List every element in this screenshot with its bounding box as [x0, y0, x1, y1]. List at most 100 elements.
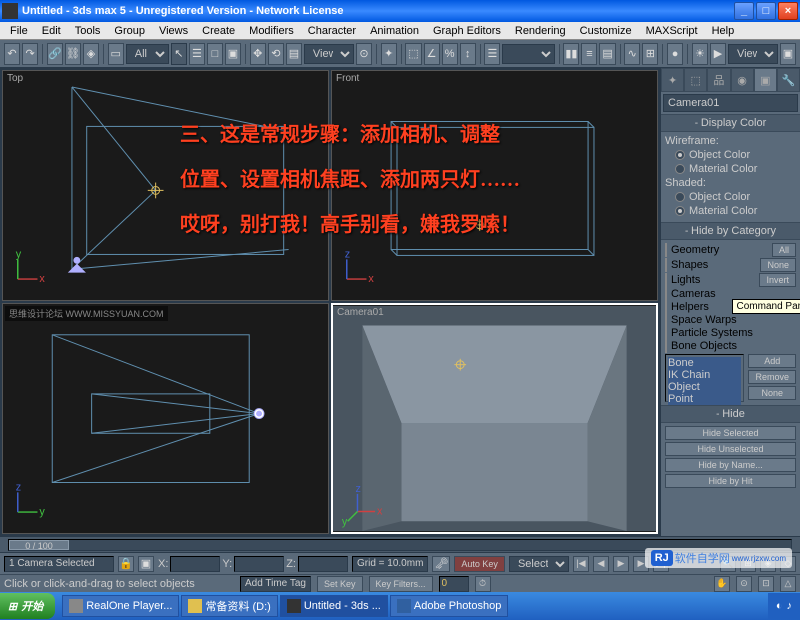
render-type[interactable]: View: [728, 44, 778, 64]
radio-wire-object-color[interactable]: [675, 150, 685, 160]
unlink-button[interactable]: ⛓: [65, 43, 81, 65]
time-config-button[interactable]: ⏱: [475, 576, 491, 592]
layer-button[interactable]: ▤: [599, 43, 615, 65]
hide-list[interactable]: Bone IK Chain Object Point: [665, 354, 744, 402]
tab-utilities[interactable]: 🔧: [777, 68, 800, 92]
chk-cameras[interactable]: [665, 287, 667, 301]
btn-hide-by-hit[interactable]: Hide by Hit: [665, 474, 796, 488]
field-of-view-button[interactable]: △: [780, 576, 796, 592]
menu-views[interactable]: Views: [153, 24, 194, 38]
named-selection-set[interactable]: [502, 44, 554, 64]
mirror-button[interactable]: ▮▮: [563, 43, 579, 65]
btn-hide-unselected[interactable]: Hide Unselected: [665, 442, 796, 456]
viewport-camera[interactable]: Camera01 x z y: [331, 303, 658, 534]
menu-animation[interactable]: Animation: [364, 24, 425, 38]
tab-create[interactable]: ✦: [661, 68, 684, 92]
add-time-tag[interactable]: Add Time Tag: [240, 576, 311, 592]
system-tray[interactable]: ◐ ♪: [768, 593, 800, 619]
radio-shaded-material-color[interactable]: [675, 206, 685, 216]
object-name-field[interactable]: [663, 94, 798, 112]
undo-button[interactable]: ↶: [4, 43, 20, 65]
absolute-mode-button[interactable]: ▣: [138, 556, 154, 572]
quick-render-button[interactable]: ▶: [710, 43, 726, 65]
close-button[interactable]: ×: [778, 2, 798, 20]
viewport-top[interactable]: Top x y: [2, 70, 329, 301]
move-button[interactable]: ✥: [250, 43, 266, 65]
radio-shaded-object-color[interactable]: [675, 192, 685, 202]
chk-bone-objects[interactable]: [665, 339, 667, 353]
chk-particle-systems[interactable]: [665, 326, 667, 340]
chk-space-warps[interactable]: [665, 313, 667, 327]
tab-hierarchy[interactable]: 品: [707, 68, 730, 92]
coord-z-input[interactable]: [298, 556, 348, 572]
tab-modify[interactable]: ⬚: [684, 68, 707, 92]
render-scene-button[interactable]: ☀: [692, 43, 708, 65]
menu-graph-editors[interactable]: Graph Editors: [427, 24, 507, 38]
taskbar-item-photoshop[interactable]: Adobe Photoshop: [390, 595, 508, 617]
menu-help[interactable]: Help: [706, 24, 741, 38]
menu-rendering[interactable]: Rendering: [509, 24, 572, 38]
btn-hide-by-name[interactable]: Hide by Name...: [665, 458, 796, 472]
auto-key-button[interactable]: Auto Key: [454, 556, 505, 572]
viewport-front[interactable]: Front x z: [331, 70, 658, 301]
current-frame-input[interactable]: [439, 576, 469, 592]
selection-filter[interactable]: All: [126, 44, 169, 64]
render-last-button[interactable]: ▣: [780, 43, 796, 65]
chk-shapes[interactable]: [665, 258, 667, 272]
maximize-button[interactable]: □: [756, 2, 776, 20]
btn-all[interactable]: All: [772, 243, 796, 257]
tab-motion[interactable]: ◉: [731, 68, 754, 92]
ref-coord-system[interactable]: View: [304, 44, 354, 64]
chk-lights[interactable]: [665, 273, 667, 287]
rollout-hide-header[interactable]: - Hide: [661, 406, 800, 423]
menu-customize[interactable]: Customize: [574, 24, 638, 38]
menu-character[interactable]: Character: [302, 24, 362, 38]
rollout-display-color-header[interactable]: - Display Color: [661, 115, 800, 132]
percent-snap-button[interactable]: %: [442, 43, 458, 65]
arc-rotate-button[interactable]: ⊙: [736, 576, 752, 592]
redo-button[interactable]: ↷: [22, 43, 38, 65]
angle-snap-button[interactable]: ∠: [424, 43, 440, 65]
spinner-snap-button[interactable]: ↕: [460, 43, 476, 65]
tray-icon[interactable]: ♪: [787, 600, 793, 612]
link-button[interactable]: 🔗: [47, 43, 63, 65]
btn-add[interactable]: Add: [748, 354, 796, 368]
rotate-button[interactable]: ⟲: [268, 43, 284, 65]
btn-remove[interactable]: Remove: [748, 370, 796, 384]
viewport-left[interactable]: 思维设计论坛 WWW.MISSYUAN.COM y z: [2, 303, 329, 534]
taskbar-item-folder[interactable]: 常备资料 (D:): [181, 595, 277, 617]
material-editor-button[interactable]: ●: [667, 43, 683, 65]
key-filters-button[interactable]: Key Filters...: [369, 576, 433, 592]
select-object-button[interactable]: ↖: [171, 43, 187, 65]
center-pivot-button[interactable]: ⊙: [356, 43, 372, 65]
btn-hide-selected[interactable]: Hide Selected: [665, 426, 796, 440]
minimize-button[interactable]: _: [734, 2, 754, 20]
bind-button[interactable]: ◈: [83, 43, 99, 65]
menu-edit[interactable]: Edit: [36, 24, 67, 38]
select-button[interactable]: ▭: [108, 43, 124, 65]
coord-y-input[interactable]: [234, 556, 284, 572]
select-manipulate-button[interactable]: ✦: [381, 43, 397, 65]
key-selection-set[interactable]: Selected: [509, 556, 569, 572]
menu-modifiers[interactable]: Modifiers: [243, 24, 300, 38]
tab-display[interactable]: ▣: [754, 68, 777, 92]
play-button[interactable]: ▶: [613, 556, 629, 572]
time-slider-handle[interactable]: 0 / 100: [9, 540, 69, 550]
named-selection-button[interactable]: ☰: [484, 43, 500, 65]
min-max-toggle-button[interactable]: ⊡: [758, 576, 774, 592]
schematic-view-button[interactable]: ⊞: [642, 43, 658, 65]
btn-invert[interactable]: Invert: [759, 273, 796, 287]
taskbar-item-3dsmax[interactable]: Untitled - 3ds ...: [280, 595, 388, 617]
chk-helpers[interactable]: [665, 300, 667, 314]
menu-tools[interactable]: Tools: [69, 24, 107, 38]
menu-group[interactable]: Group: [108, 24, 151, 38]
btn-none[interactable]: None: [760, 258, 796, 272]
select-region-button[interactable]: □: [207, 43, 223, 65]
snap-toggle-button[interactable]: ⬚: [405, 43, 421, 65]
taskbar-item-realone[interactable]: RealOne Player...: [62, 595, 179, 617]
scale-button[interactable]: ▤: [286, 43, 302, 65]
radio-wire-material-color[interactable]: [675, 164, 685, 174]
menu-maxscript[interactable]: MAXScript: [640, 24, 704, 38]
lock-selection-button[interactable]: 🔒: [118, 556, 134, 572]
chk-geometry[interactable]: [665, 243, 667, 257]
